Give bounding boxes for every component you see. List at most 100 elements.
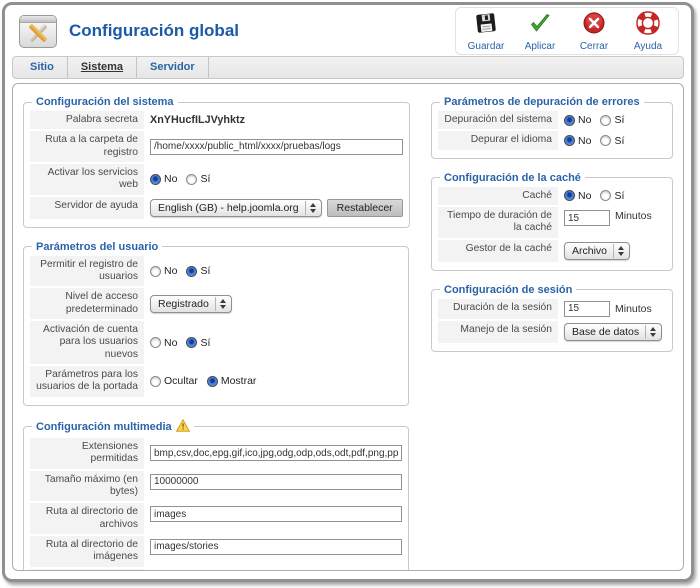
radio-label: Sí bbox=[614, 114, 624, 126]
log-path-input[interactable] bbox=[150, 139, 403, 155]
row-image-path: Ruta al directorio de imágenes bbox=[30, 536, 402, 567]
section-media-legend: Configuración multimedia bbox=[36, 421, 172, 433]
apply-button-label: Aplicar bbox=[525, 41, 556, 52]
radio-label: Sí bbox=[200, 337, 210, 349]
field-label: Parámetros para los usuarios de la porta… bbox=[30, 366, 144, 397]
section-system: Configuración del sistema Palabra secret… bbox=[23, 96, 410, 228]
warning-icon: ! bbox=[176, 419, 190, 435]
radio-si[interactable] bbox=[600, 115, 611, 126]
left-column: Configuración del sistema Palabra secret… bbox=[23, 96, 409, 570]
row-session-handler: Manejo de la sesión Base de datos bbox=[438, 321, 666, 343]
field-label: Depurar el idioma bbox=[438, 131, 558, 149]
image-path-input[interactable] bbox=[150, 539, 402, 555]
row-cache-time: Tiempo de duración de la caché Minutos bbox=[438, 207, 666, 238]
radio-si[interactable] bbox=[600, 135, 611, 146]
field-label: Tiempo de duración de la caché bbox=[438, 207, 558, 238]
radio-si[interactable] bbox=[186, 337, 197, 348]
file-path-input[interactable] bbox=[150, 506, 402, 522]
section-media: Configuración multimedia ! Extensiones p… bbox=[23, 419, 409, 571]
close-button[interactable]: Cerrar bbox=[572, 11, 616, 52]
radio-label: Sí bbox=[200, 173, 210, 185]
row-file-path: Ruta al directorio de archivos bbox=[30, 503, 402, 534]
global-config-icon bbox=[19, 15, 57, 48]
radio-ocultar[interactable] bbox=[150, 376, 161, 387]
select-value: Archivo bbox=[572, 245, 607, 257]
access-level-select[interactable]: Registrado bbox=[150, 295, 232, 313]
language-debug-radio-group: No Sí bbox=[564, 135, 629, 147]
reset-button[interactable]: Restablecer bbox=[327, 199, 403, 217]
cache-time-input[interactable] bbox=[564, 210, 610, 226]
max-size-input[interactable] bbox=[150, 474, 402, 490]
frontend-params-radio-group: Ocultar Mostrar bbox=[150, 375, 261, 387]
radio-no[interactable] bbox=[564, 115, 575, 126]
radio-label: No bbox=[578, 114, 591, 126]
radio-si[interactable] bbox=[600, 190, 611, 201]
help-button[interactable]: Ayuda bbox=[626, 11, 670, 52]
radio-mostrar[interactable] bbox=[207, 376, 218, 387]
radio-label: Ocultar bbox=[164, 375, 198, 387]
radio-si[interactable] bbox=[186, 266, 197, 277]
green-check-icon bbox=[528, 11, 552, 40]
row-allow-registration: Permitir el registro de usuarios No Sí bbox=[30, 256, 402, 287]
row-system-debug: Depuración del sistema No Sí bbox=[438, 111, 666, 129]
select-stepper-icon bbox=[613, 244, 626, 258]
radio-si[interactable] bbox=[186, 174, 197, 185]
tab-bar: Sitio Sistema Servidor bbox=[12, 56, 684, 79]
minutes-suffix: Minutos bbox=[615, 303, 652, 315]
field-label: Activar los servicios web bbox=[30, 164, 144, 195]
field-label: Manejo de la sesión bbox=[438, 321, 558, 343]
radio-no[interactable] bbox=[150, 337, 161, 348]
radio-no[interactable] bbox=[150, 174, 161, 185]
cache-radio-group: No Sí bbox=[564, 190, 629, 202]
field-label: Ruta al directorio de archivos bbox=[30, 503, 144, 534]
field-label: Permitir el registro de usuarios bbox=[30, 256, 144, 287]
cache-handler-select[interactable]: Archivo bbox=[564, 242, 630, 260]
field-label: Subidas restringidas bbox=[30, 569, 144, 571]
lifesaver-icon bbox=[636, 11, 660, 40]
session-handler-select[interactable]: Base de datos bbox=[564, 323, 662, 341]
field-label: Ruta al directorio de imágenes bbox=[30, 536, 144, 567]
secret-word-value: XnYHucfILJVyhktz bbox=[150, 114, 245, 126]
close-button-label: Cerrar bbox=[580, 41, 608, 52]
field-label: Duración de la sesión bbox=[438, 299, 558, 319]
right-column: Parámetros de depuración de errores Depu… bbox=[431, 96, 673, 570]
extensions-input[interactable] bbox=[150, 445, 402, 461]
radio-label: No bbox=[164, 265, 177, 277]
session-time-input[interactable] bbox=[564, 301, 610, 317]
svg-text:!: ! bbox=[181, 421, 184, 431]
row-restrict-uploads: Subidas restringidas No Sí bbox=[30, 569, 402, 571]
radio-no[interactable] bbox=[564, 190, 575, 201]
radio-label: Mostrar bbox=[221, 375, 257, 387]
select-stepper-icon bbox=[215, 297, 228, 311]
field-label: Tamaño máximo (en bytes) bbox=[30, 471, 144, 502]
row-cache-handler: Gestor de la caché Archivo bbox=[438, 240, 666, 262]
section-debug: Parámetros de depuración de errores Depu… bbox=[431, 96, 673, 159]
allow-registration-radio-group: No Sí bbox=[150, 265, 215, 277]
radio-label: Sí bbox=[614, 135, 624, 147]
field-label: Nivel de acceso predeterminado bbox=[30, 288, 144, 319]
row-access-level: Nivel de acceso predeterminado Registrad… bbox=[30, 288, 402, 319]
row-help-server: Servidor de ayuda English (GB) - help.jo… bbox=[30, 197, 403, 219]
save-button[interactable]: Guardar bbox=[464, 11, 508, 52]
red-close-icon bbox=[582, 11, 606, 40]
radio-no[interactable] bbox=[150, 266, 161, 277]
field-label: Servidor de ayuda bbox=[30, 197, 144, 219]
row-cache: Caché No Sí bbox=[438, 187, 666, 205]
radio-label: No bbox=[164, 337, 177, 349]
toolbar: Guardar Aplicar bbox=[455, 7, 679, 55]
tab-sistema[interactable]: Sistema bbox=[68, 57, 137, 78]
tab-servidor[interactable]: Servidor bbox=[137, 57, 209, 78]
section-user: Parámetros del usuario Permitir el regis… bbox=[23, 241, 409, 406]
field-label: Extensiones permitidas bbox=[30, 438, 144, 469]
help-server-select[interactable]: English (GB) - help.joomla.org bbox=[150, 199, 322, 217]
row-log-path: Ruta a la carpeta de registro bbox=[30, 131, 403, 162]
row-extensions: Extensiones permitidas bbox=[30, 438, 402, 469]
apply-button[interactable]: Aplicar bbox=[518, 11, 562, 52]
select-value: Registrado bbox=[158, 298, 209, 310]
section-cache: Configuración de la caché Caché No Sí Ti… bbox=[431, 172, 673, 271]
row-frontend-params: Parámetros para los usuarios de la porta… bbox=[30, 366, 402, 397]
radio-no[interactable] bbox=[564, 135, 575, 146]
tab-sitio[interactable]: Sitio bbox=[17, 57, 68, 78]
system-debug-radio-group: No Sí bbox=[564, 114, 629, 126]
radio-label: Sí bbox=[614, 190, 624, 202]
